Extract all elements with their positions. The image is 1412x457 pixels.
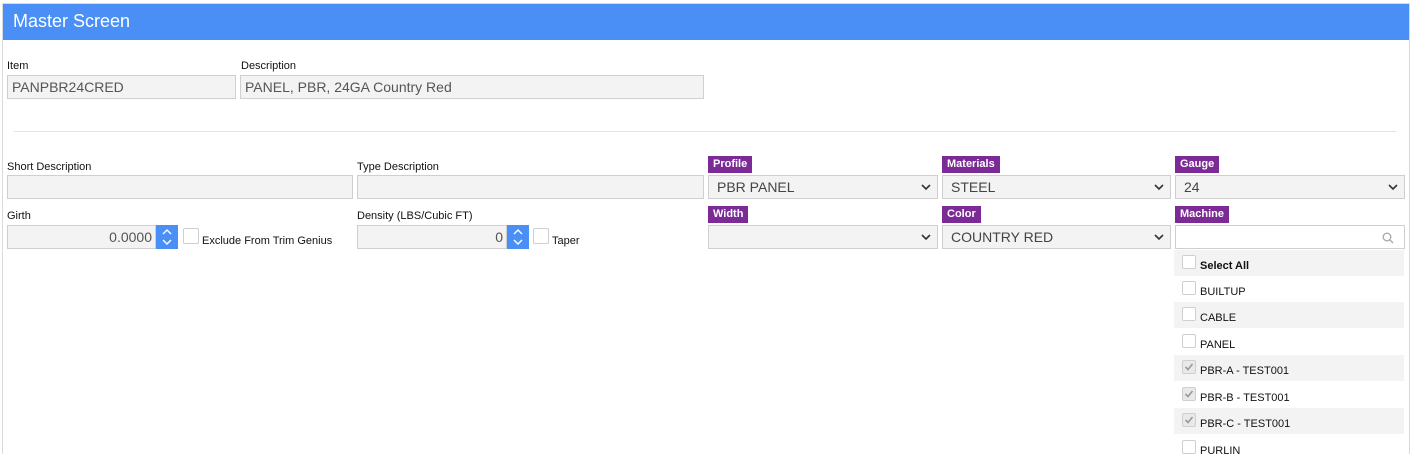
color-value: COUNTRY RED: [951, 229, 1054, 245]
type-description-label: Type Description: [357, 161, 439, 173]
list-item-checkbox[interactable]: [1182, 307, 1196, 321]
machine-label: Machine: [1175, 206, 1230, 223]
list-item[interactable]: PBR-C - TEST001: [1174, 408, 1404, 434]
profile-select[interactable]: PBR PANEL: [708, 175, 938, 199]
width-select[interactable]: [708, 225, 938, 249]
chevron-up-icon[interactable]: [512, 228, 524, 236]
gauge-value: 24: [1184, 179, 1200, 195]
chevron-down-icon: [1388, 184, 1398, 191]
width-label: Width: [708, 206, 749, 223]
list-item-label: PBR-B - TEST001: [1200, 392, 1290, 404]
density-label: Density (LBS/Cubic FT): [357, 210, 473, 222]
type-description-field[interactable]: [357, 175, 704, 199]
search-icon: [1382, 232, 1394, 244]
taper-label: Taper: [552, 235, 580, 247]
list-item[interactable]: CABLE: [1174, 302, 1404, 328]
taper-checkbox[interactable]: [533, 228, 549, 244]
gauge-select[interactable]: 24: [1175, 175, 1405, 199]
profile-label: Profile: [708, 156, 753, 173]
girth-stepper[interactable]: [156, 225, 178, 249]
item-field[interactable]: PANPBR24CRED: [7, 75, 236, 99]
girth-input[interactable]: 0.0000: [7, 225, 156, 249]
chevron-up-icon[interactable]: [161, 228, 173, 236]
list-item-label: CABLE: [1200, 312, 1237, 324]
machine-select-all[interactable]: Select All: [1174, 250, 1404, 276]
gauge-label: Gauge: [1175, 156, 1220, 173]
description-label: Description: [241, 60, 297, 72]
chevron-down-icon[interactable]: [512, 238, 524, 246]
list-item-checkbox[interactable]: [1182, 360, 1196, 374]
color-select[interactable]: COUNTRY RED: [942, 225, 1171, 249]
density-input[interactable]: 0: [357, 225, 507, 249]
list-item-checkbox[interactable]: [1182, 413, 1196, 427]
list-item[interactable]: PBR-A - TEST001: [1174, 355, 1404, 381]
exclude-trim-checkbox[interactable]: [183, 228, 199, 244]
exclude-trim-label: Exclude From Trim Genius: [202, 235, 333, 247]
density-stepper[interactable]: [507, 225, 529, 249]
chevron-down-icon: [921, 184, 931, 191]
select-all-label: Select All: [1200, 260, 1250, 272]
checkmark-icon: [1184, 416, 1194, 424]
profile-value: PBR PANEL: [717, 179, 795, 195]
checkmark-icon: [1184, 363, 1194, 371]
section-divider: [14, 131, 1396, 132]
item-label: Item: [7, 60, 29, 72]
chevron-down-icon: [921, 234, 931, 241]
materials-label: Materials: [942, 156, 1000, 173]
machine-search-input[interactable]: [1175, 225, 1405, 249]
chevron-down-icon[interactable]: [161, 238, 173, 246]
list-item[interactable]: PANEL: [1174, 329, 1404, 355]
list-item-label: PURLIN: [1200, 445, 1241, 457]
short-description-field[interactable]: [7, 175, 353, 199]
select-all-checkbox[interactable]: [1182, 255, 1196, 269]
color-label: Color: [942, 206, 981, 223]
chevron-down-icon: [1154, 184, 1164, 191]
list-item-checkbox[interactable]: [1182, 440, 1196, 454]
window-title: Master Screen: [3, 4, 1409, 40]
list-item[interactable]: BUILTUP: [1174, 276, 1404, 302]
list-item-label: PBR-C - TEST001: [1200, 418, 1291, 430]
checkmark-icon: [1184, 390, 1194, 398]
description-field[interactable]: PANEL, PBR, 24GA Country Red: [240, 75, 704, 99]
materials-select[interactable]: STEEL: [942, 175, 1171, 199]
list-item-label: PBR-A - TEST001: [1200, 365, 1290, 377]
list-item-label: BUILTUP: [1200, 286, 1246, 298]
short-description-label: Short Description: [7, 161, 92, 173]
list-item-checkbox[interactable]: [1182, 334, 1196, 348]
list-item[interactable]: PBR-B - TEST001: [1174, 382, 1404, 408]
chevron-down-icon: [1154, 234, 1164, 241]
list-item[interactable]: PURLIN: [1174, 435, 1404, 457]
materials-value: STEEL: [951, 179, 996, 195]
list-item-label: PANEL: [1200, 339, 1236, 351]
list-item-checkbox[interactable]: [1182, 387, 1196, 401]
list-item-checkbox[interactable]: [1182, 281, 1196, 295]
girth-label: Girth: [7, 210, 31, 222]
